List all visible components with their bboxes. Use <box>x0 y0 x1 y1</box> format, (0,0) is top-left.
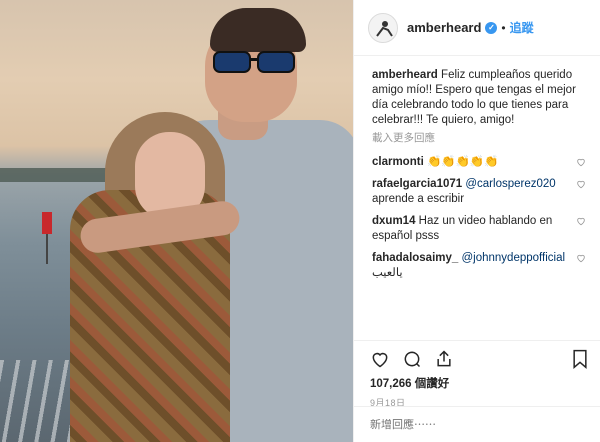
post-actions: 107,266 個讚好 9月18日 <box>354 340 600 409</box>
share-button[interactable] <box>434 349 454 369</box>
comment-username[interactable]: dxum14 <box>372 215 415 227</box>
comment-username[interactable]: fahadalosaimy_ <box>372 252 458 264</box>
comment-text: يالعيب <box>372 267 403 279</box>
post-photo[interactable] <box>0 0 353 442</box>
likes-count[interactable]: 107,266 個讚好 <box>370 375 589 391</box>
heart-icon[interactable] <box>576 216 586 226</box>
comment-button[interactable] <box>402 349 422 369</box>
comment-username[interactable]: rafaelgarcia1071 <box>372 178 462 190</box>
buoy-pole <box>46 234 48 264</box>
post-side-panel: amberheard ✓ • 追蹤 amberheard Feliz cumpl… <box>353 0 600 442</box>
load-more-comments[interactable]: 載入更多回應 <box>372 131 586 146</box>
save-button[interactable] <box>571 349 589 369</box>
comment-username[interactable]: clarmonti <box>372 156 424 168</box>
heart-icon[interactable] <box>576 253 586 263</box>
boat-railing <box>0 360 80 442</box>
avatar[interactable] <box>368 12 398 43</box>
sunglasses <box>213 51 295 73</box>
comment-item: dxum14 Haz un video hablando en español … <box>372 214 586 244</box>
comment-icon <box>404 351 421 368</box>
follow-button[interactable]: 追蹤 <box>510 19 534 36</box>
post-caption: amberheard Feliz cumpleaños querido amig… <box>372 68 586 128</box>
add-comment-bar <box>354 406 600 442</box>
heart-icon[interactable] <box>576 179 586 189</box>
action-icon-row <box>370 345 589 373</box>
heart-icon[interactable] <box>576 157 586 167</box>
like-button[interactable] <box>370 349 390 369</box>
caption-username[interactable]: amberheard <box>372 69 438 81</box>
comment-item: clarmonti 👏👏👏👏👏 <box>372 155 586 170</box>
bookmark-icon <box>573 349 587 369</box>
header-username[interactable]: amberheard <box>407 20 481 35</box>
comments-list: amberheard Feliz cumpleaños querido amig… <box>354 56 600 338</box>
post-header: amberheard ✓ • 追蹤 <box>354 0 600 56</box>
buoy <box>42 212 52 234</box>
comment-text: 👏👏👏👏👏 <box>426 156 499 168</box>
comment-item: rafaelgarcia1071 @carlosperez020 aprende… <box>372 177 586 207</box>
verified-badge-icon: ✓ <box>485 21 498 34</box>
comment-item: fahadalosaimy_ @johnnydepp​official يالع… <box>372 251 586 281</box>
separator-dot: • <box>501 20 506 35</box>
comment-mention[interactable]: @carlosperez020 <box>465 178 555 190</box>
comment-mention[interactable]: @johnnydepp​official <box>462 252 566 264</box>
man-hair <box>210 8 306 52</box>
share-icon <box>437 350 451 367</box>
add-comment-input[interactable] <box>370 418 585 431</box>
comment-text: aprende a escribir <box>372 193 465 205</box>
heart-icon <box>372 352 388 368</box>
